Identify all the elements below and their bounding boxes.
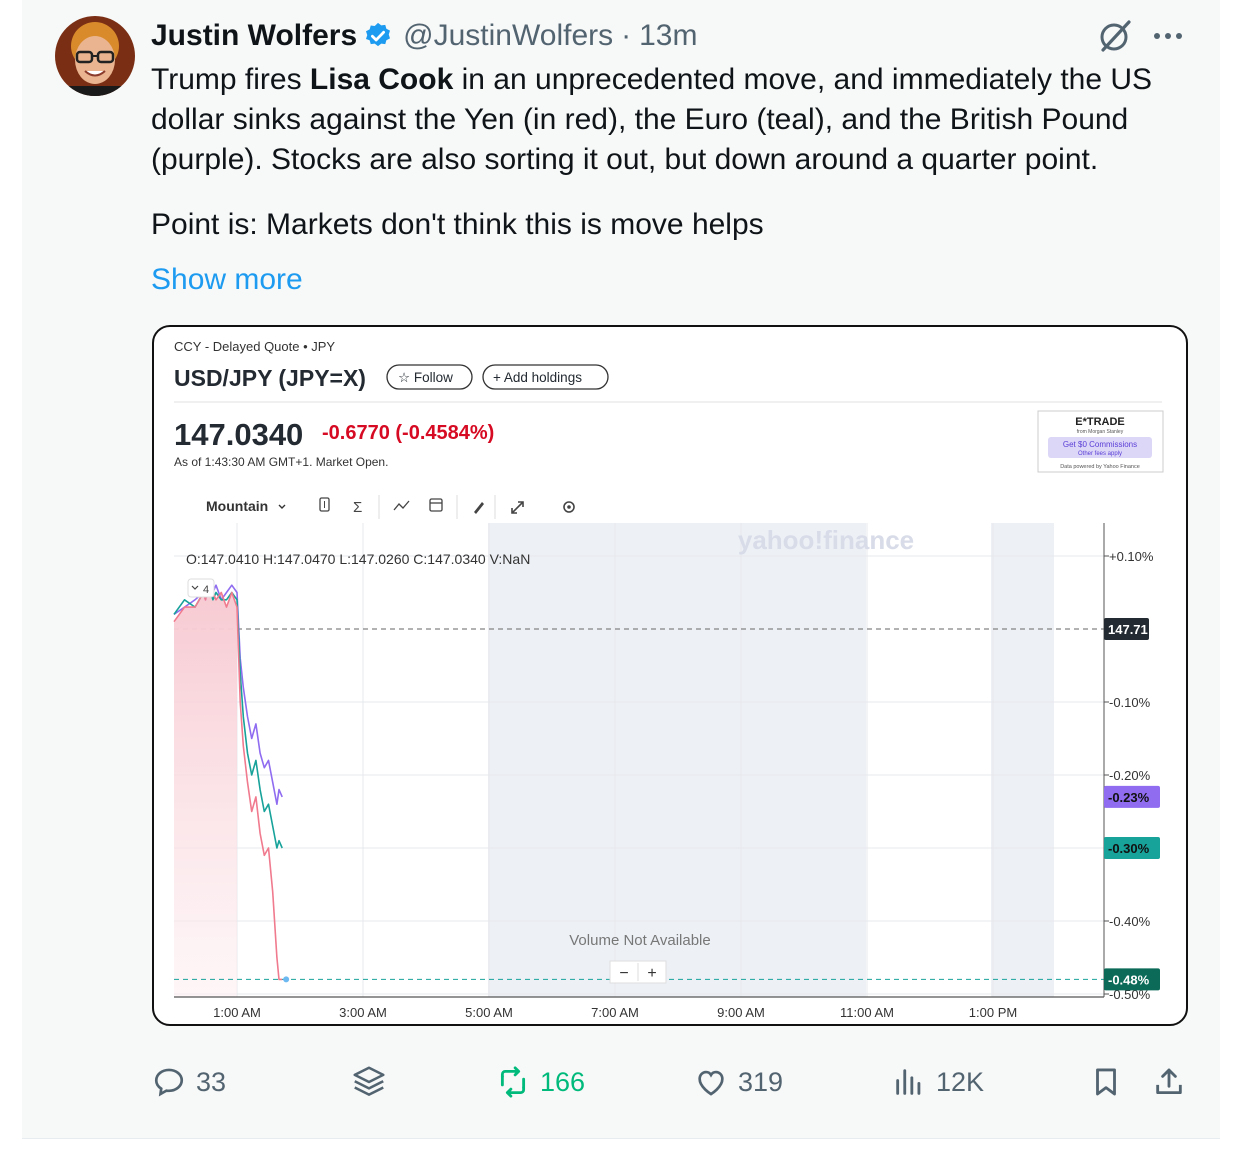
text-span: Trump fires xyxy=(151,63,310,96)
x-tick-label: 11:00 AM xyxy=(840,1005,894,1020)
reply-icon xyxy=(154,1068,184,1097)
expand-icon[interactable] xyxy=(511,501,524,514)
y-tick-label: -0.10% xyxy=(1109,695,1151,710)
compare-icon[interactable] xyxy=(319,497,330,512)
volume-not-available: Volume Not Available xyxy=(569,932,710,949)
x-tick-label: 9:00 AM xyxy=(717,1005,765,1020)
x-tick-label: 5:00 AM xyxy=(465,1005,513,1020)
views-button[interactable]: 12K xyxy=(892,1060,984,1104)
zoom-out-button[interactable]: − xyxy=(619,965,628,982)
x-tick-label: 7:00 AM xyxy=(591,1005,639,1020)
like-button[interactable]: 319 xyxy=(694,1060,783,1104)
bookmark-button[interactable] xyxy=(1089,1060,1123,1104)
grok-stack-button[interactable] xyxy=(350,1060,388,1104)
avatar[interactable] xyxy=(55,16,135,96)
last-point xyxy=(283,976,290,983)
yen-value-tag-label: -0.48% xyxy=(1108,972,1150,987)
quote-as-of: As of 1:43:30 AM GMT+1. Market Open. xyxy=(174,455,388,469)
bookmark-icon xyxy=(1096,1068,1116,1096)
separator: · xyxy=(621,19,632,52)
heart-icon xyxy=(698,1070,724,1096)
ohlc-readout: O:147.0410 H:147.0470 L:147.0260 C:147.0… xyxy=(186,551,530,567)
timestamp[interactable]: 13m xyxy=(639,19,697,53)
price-chart[interactable]: yahoo!finance O:147.0410 H:147.0470 L:14… xyxy=(173,523,1160,1020)
views-chart-icon xyxy=(896,1069,921,1095)
calendar-icon[interactable] xyxy=(429,498,443,512)
settings-icon[interactable] xyxy=(563,501,575,513)
author-name[interactable]: Justin Wolfers xyxy=(151,19,357,53)
yahoo-finance-watermark: yahoo!finance xyxy=(738,525,914,555)
layers-icon xyxy=(353,1066,385,1096)
x-tick-label: 1:00 AM xyxy=(213,1005,261,1020)
reference-price-tag-label: 147.71 xyxy=(1108,622,1148,637)
ad-cta-sub: Other fees apply xyxy=(1078,451,1122,457)
tweet-paragraph: Trump fires Lisa Cook in an unprecedente… xyxy=(151,60,1191,180)
events-icon[interactable] xyxy=(393,500,410,511)
y-tick-label: -0.20% xyxy=(1109,768,1151,783)
chevron-down-icon xyxy=(278,504,286,509)
euro-value-tag-label: -0.30% xyxy=(1108,841,1150,856)
quote-symbol: USD/JPY (JPY=X) xyxy=(174,365,366,391)
closed-session-shade xyxy=(991,523,1054,997)
chart-type-dropdown[interactable]: Mountain xyxy=(206,498,268,514)
indicators-icon[interactable]: Σ xyxy=(353,499,362,516)
divider xyxy=(22,1138,1220,1139)
draw-icon[interactable] xyxy=(474,502,484,514)
retweet-count: 166 xyxy=(540,1066,586,1097)
closed-session-shade xyxy=(488,523,866,997)
tweet-header: Justin Wolfers @JustinWolfers · 13m xyxy=(151,16,697,56)
tweet-text: Trump fires Lisa Cook in an unprecedente… xyxy=(151,60,1191,245)
svg-text:4: 4 xyxy=(203,584,209,596)
like-count: 319 xyxy=(738,1066,784,1097)
quote-breadcrumb: CCY - Delayed Quote • JPY xyxy=(174,339,335,354)
x-tick-label: 1:00 PM xyxy=(969,1005,1017,1020)
author-handle[interactable]: @JustinWolfers xyxy=(403,19,613,53)
quote-price: 147.0340 xyxy=(174,417,303,452)
zoom-controls[interactable]: − + xyxy=(609,960,667,984)
tweet-media-image[interactable]: CCY - Delayed Quote • JPY USD/JPY (JPY=X… xyxy=(152,325,1188,1026)
pound-value-tag-label: -0.23% xyxy=(1108,790,1150,805)
x-tick-label: 3:00 AM xyxy=(339,1005,387,1020)
zoom-in-button[interactable]: + xyxy=(647,965,656,982)
ad-brand: E*TRADE xyxy=(1075,416,1125,428)
verified-badge-icon xyxy=(363,21,393,51)
yen-area-fill xyxy=(174,585,237,997)
quote-change: -0.6770 (-0.4584%) xyxy=(322,422,494,444)
show-more-link[interactable]: Show more xyxy=(151,260,303,300)
y-tick-label: +0.10% xyxy=(1109,549,1154,564)
retweet-icon xyxy=(500,1066,526,1098)
text-bold: Lisa Cook xyxy=(309,63,454,96)
share-icon xyxy=(1156,1068,1182,1095)
reply-count: 33 xyxy=(196,1066,227,1097)
y-tick-label: -0.40% xyxy=(1109,914,1151,929)
ad-cta: Get $0 Commissions xyxy=(1063,440,1137,449)
views-count: 12K xyxy=(936,1066,985,1097)
grok-icon[interactable] xyxy=(1097,18,1133,54)
more-options-icon[interactable] xyxy=(1150,22,1186,50)
follow-label: ☆ Follow xyxy=(398,370,453,385)
add-holdings-label: + Add holdings xyxy=(493,370,582,385)
tweet-paragraph: Point is: Markets don't think this is mo… xyxy=(151,208,764,241)
ad-sub: from Morgan Stanley xyxy=(1077,429,1124,435)
ad-footer: Data powered by Yahoo Finance xyxy=(1060,464,1140,470)
retweet-button[interactable]: 166 xyxy=(496,1060,585,1104)
share-button[interactable] xyxy=(1152,1060,1186,1104)
collapsed-legend[interactable]: 4 xyxy=(187,578,215,598)
reply-button[interactable]: 33 xyxy=(152,1060,226,1104)
